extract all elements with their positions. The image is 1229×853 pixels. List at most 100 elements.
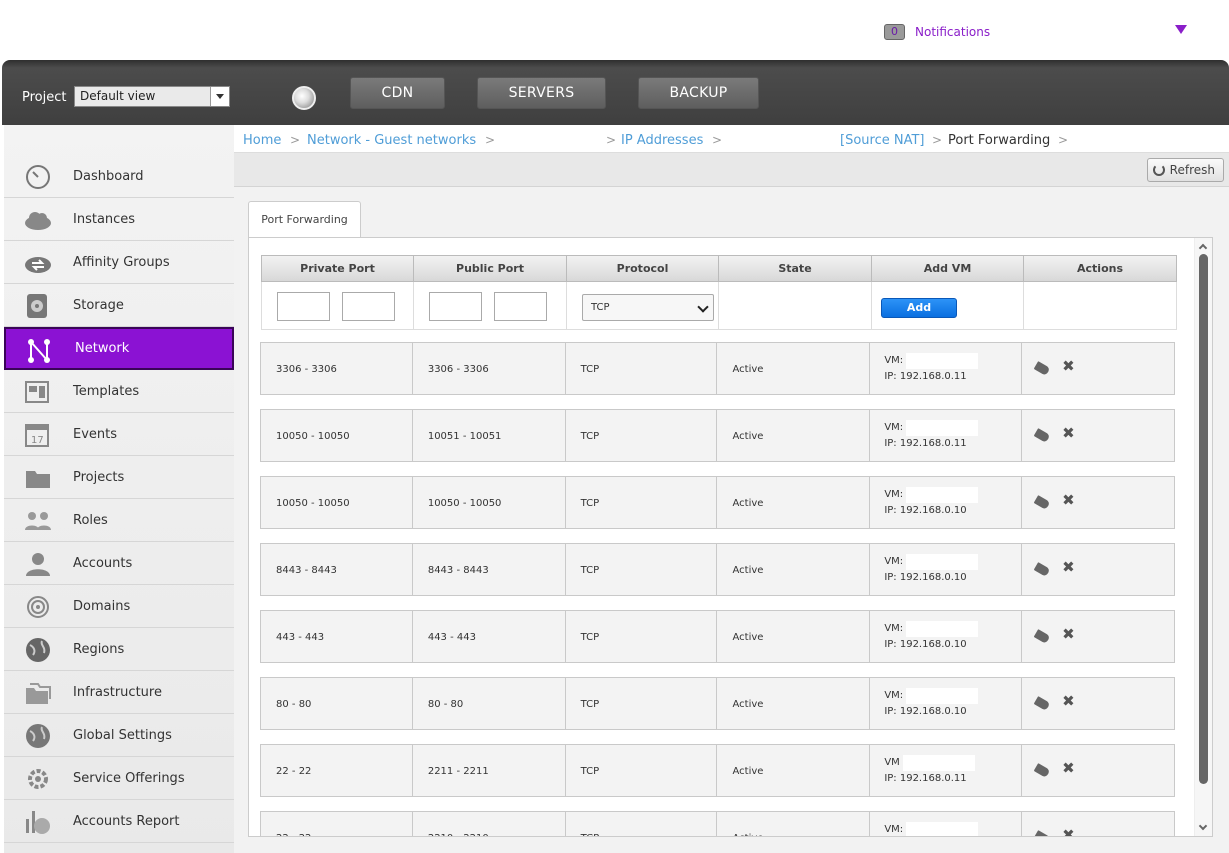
private-port-start-input[interactable]	[277, 292, 330, 321]
delete-icon[interactable]: ✖	[1062, 357, 1075, 375]
public-port-value: 10050 - 10050	[427, 498, 502, 509]
table-row: 10050 - 10050 10051 - 10051 TCP Active VM: IP…	[260, 409, 1175, 462]
edit-tag-icon[interactable]	[1033, 495, 1051, 510]
delete-icon[interactable]: ✖	[1062, 759, 1075, 777]
vm-cell: VM: IP: 192.168.0.11	[870, 410, 1023, 461]
sidebar-item-projects[interactable]: Projects	[4, 456, 234, 499]
breadcrumb-separator: >	[485, 133, 496, 147]
private-port-cell: 80 - 80	[261, 678, 413, 729]
delete-icon[interactable]: ✖	[1062, 826, 1075, 836]
calendar-icon: 17	[24, 422, 52, 448]
edit-tag-icon[interactable]	[1033, 361, 1051, 376]
vm-name-line: VM:	[884, 487, 979, 503]
edit-tag-icon[interactable]	[1033, 629, 1051, 644]
sidebar-item-label: Instances	[73, 211, 136, 227]
sidebar-item-templates[interactable]: Templates	[4, 370, 234, 413]
protocol-cell: TCP	[566, 611, 718, 662]
public-port-cell: 80 - 80	[413, 678, 566, 729]
edit-tag-icon[interactable]	[1033, 562, 1051, 577]
tab-port-forwarding[interactable]: Port Forwarding	[248, 201, 361, 238]
edit-tag-icon[interactable]	[1033, 830, 1051, 836]
add-button[interactable]: Add	[881, 298, 957, 318]
state-value: Active	[732, 431, 764, 442]
header-bar: Project Default view CDN SERVERS BACKUP	[2, 60, 1229, 125]
vm-cell: VM: IP: 192.168.0.10	[870, 477, 1023, 528]
public-port-end-input[interactable]	[494, 292, 547, 321]
delete-icon[interactable]: ✖	[1062, 424, 1075, 442]
delete-icon[interactable]: ✖	[1062, 692, 1075, 710]
state-cell: Active	[717, 812, 871, 836]
add-vm-cell: Add	[872, 282, 1024, 329]
sidebar-item-service-offerings[interactable]: Service Offerings	[4, 757, 234, 800]
protocol-select[interactable]: TCP	[582, 294, 714, 321]
vm-label: VM:	[884, 623, 904, 634]
sidebar-item-label: Dashboard	[73, 168, 144, 184]
edit-tag-icon[interactable]	[1033, 696, 1051, 711]
sidebar-item-instances[interactable]: Instances	[4, 198, 234, 241]
table-row: 22 - 22 2211 - 2211 TCP Active VM IP: 192.168…	[260, 744, 1175, 797]
refresh-button[interactable]: Refresh	[1146, 158, 1224, 182]
edit-tag-icon[interactable]	[1033, 428, 1051, 443]
state-value: Active	[732, 565, 764, 576]
domains-icon	[24, 594, 52, 620]
sidebar-item-storage[interactable]: Storage	[4, 284, 234, 327]
protocol-value: TCP	[580, 699, 600, 710]
vm-label: VM:	[884, 489, 904, 500]
vm-name-line: VM:	[884, 688, 979, 704]
column-header-public-port: Public Port	[414, 256, 567, 281]
project-select[interactable]: Default view	[74, 86, 230, 107]
scroll-down-icon[interactable]	[1198, 821, 1208, 831]
sidebar-item-regions[interactable]: Regions	[4, 628, 234, 671]
vertical-scrollbar[interactable]	[1194, 238, 1212, 836]
sidebar-item-domains[interactable]: Domains	[4, 585, 234, 628]
servers-button[interactable]: SERVERS	[477, 77, 606, 109]
scroll-up-icon[interactable]	[1198, 243, 1208, 253]
sidebar: Dashboard Instances Affinity Groups Storage…	[4, 125, 234, 853]
vm-label: VM:	[884, 355, 904, 366]
globe-icon[interactable]	[292, 86, 316, 110]
sidebar-item-roles[interactable]: Roles	[4, 499, 234, 542]
sidebar-item-dashboard[interactable]: Dashboard	[4, 155, 234, 198]
public-port-start-input[interactable]	[429, 292, 482, 321]
sidebar-item-global-settings[interactable]: Global Settings	[4, 714, 234, 757]
cdn-button[interactable]: CDN	[350, 77, 445, 109]
delete-icon[interactable]: ✖	[1062, 625, 1075, 643]
sidebar-item-affinity-groups[interactable]: Affinity Groups	[4, 241, 234, 284]
delete-icon[interactable]: ✖	[1062, 558, 1075, 576]
private-port-value: 443 - 443	[276, 632, 325, 643]
sidebar-item-network[interactable]: Network	[4, 327, 234, 370]
vm-name-redacted	[906, 554, 979, 570]
sidebar-item-accounts-report[interactable]: Accounts Report	[4, 800, 234, 843]
breadcrumb-source-nat[interactable]: [Source NAT]	[840, 133, 924, 148]
protocol-cell: TCP	[566, 410, 718, 461]
scrollbar-thumb[interactable]	[1199, 254, 1208, 784]
private-port-value: 10050 - 10050	[276, 431, 350, 442]
vm-cell: VM: IP: 192.168.0.10	[870, 544, 1023, 595]
vm-info: VM: IP: 192.168.0.10	[884, 554, 979, 586]
toolbar: Refresh	[234, 153, 1229, 187]
breadcrumb: Home > Network - Guest networks > > IP A…	[234, 125, 1229, 153]
public-port-value: 2210 - 2210	[428, 833, 489, 836]
notifications-link[interactable]: 0 Notifications	[884, 24, 990, 40]
sidebar-item-accounts[interactable]: Accounts	[4, 542, 234, 585]
vm-name-redacted	[906, 353, 979, 369]
public-port-cell: 443 - 443	[413, 611, 566, 662]
vm-ip: IP: 192.168.0.10	[884, 505, 967, 516]
backup-button[interactable]: BACKUP	[638, 77, 759, 109]
sidebar-item-infrastructure[interactable]: Infrastructure	[4, 671, 234, 714]
state-cell: Active	[717, 477, 871, 528]
breadcrumb-guest-networks[interactable]: Network - Guest networks	[307, 133, 476, 148]
edit-tag-icon[interactable]	[1033, 763, 1051, 778]
sidebar-item-events[interactable]: 17 Events	[4, 413, 234, 456]
state-value: Active	[732, 766, 764, 777]
private-port-cell: 443 - 443	[261, 611, 413, 662]
state-value: Active	[732, 699, 764, 710]
user-menu-dropdown-icon[interactable]	[1175, 25, 1187, 34]
state-value: Active	[732, 364, 764, 375]
breadcrumb-ip-addresses[interactable]: IP Addresses	[621, 133, 703, 148]
sidebar-item-label: Regions	[73, 641, 125, 657]
delete-icon[interactable]: ✖	[1062, 491, 1075, 509]
breadcrumb-home[interactable]: Home	[243, 133, 281, 148]
private-port-cell: 3306 - 3306	[261, 343, 413, 394]
private-port-end-input[interactable]	[342, 292, 395, 321]
